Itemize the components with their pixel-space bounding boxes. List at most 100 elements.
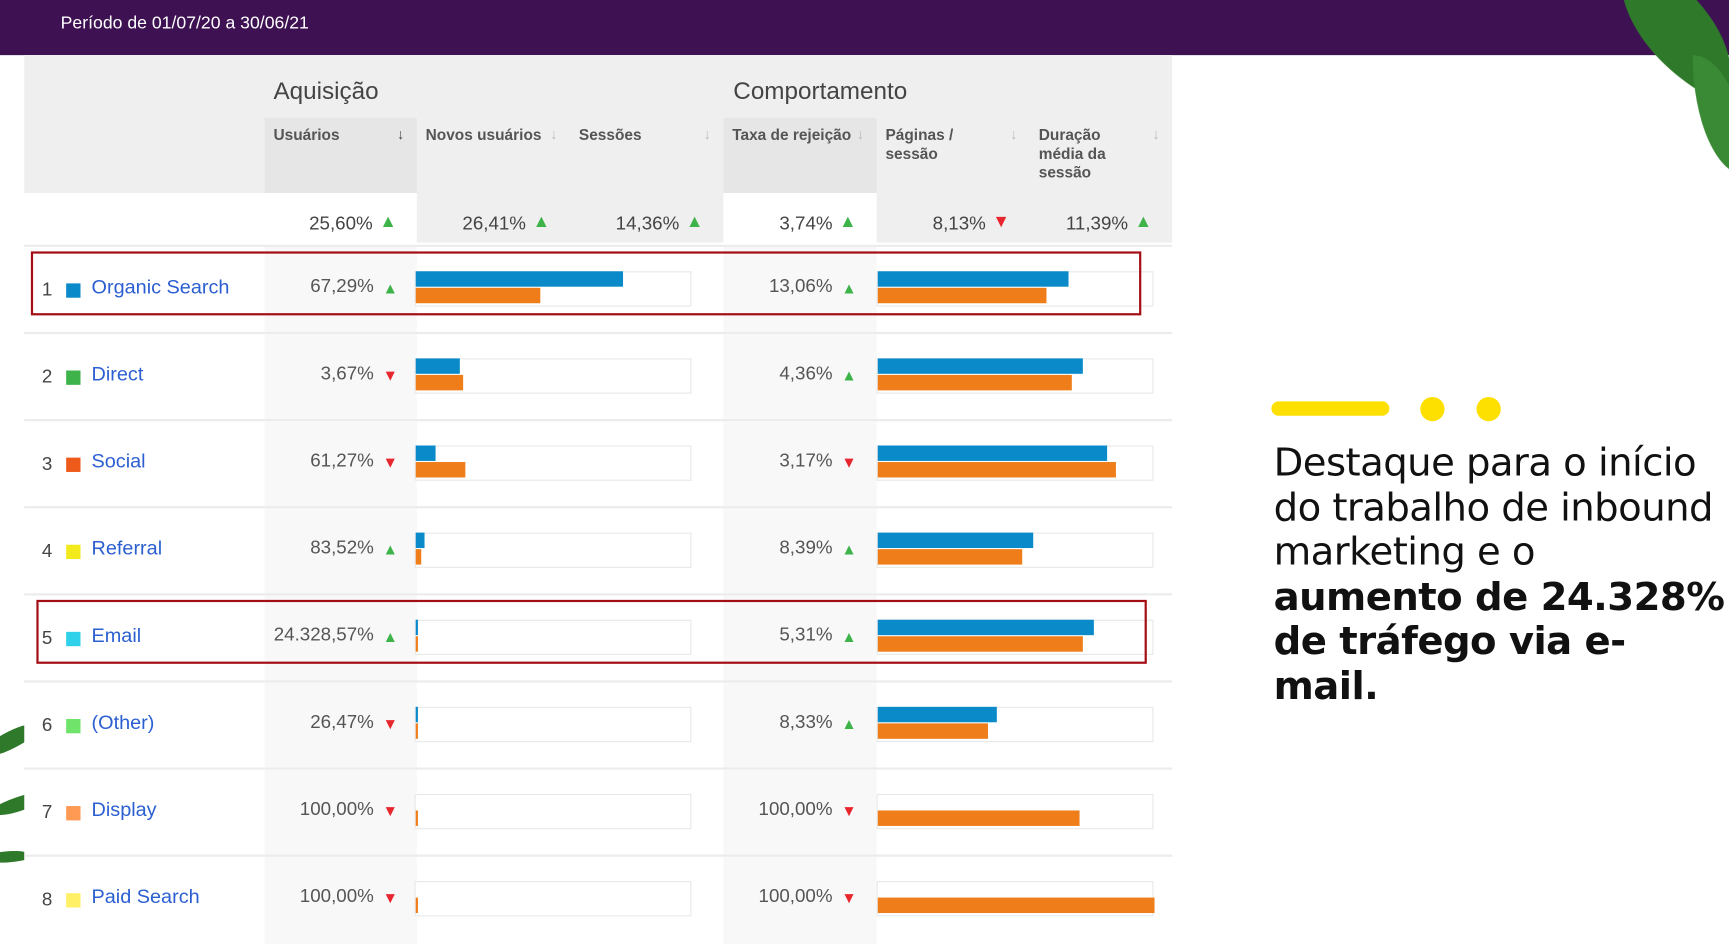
- bar-current: [877, 358, 1083, 374]
- row-number: 2: [41, 366, 53, 388]
- bar-previous: [415, 549, 422, 565]
- table-row[interactable]: 6 (Other) 26,47% ▼ 8,33% ▲: [24, 680, 1173, 770]
- total-value: 3,74%: [779, 212, 833, 234]
- bar-track: [876, 706, 1154, 743]
- row-number: 6: [41, 714, 53, 736]
- arrow-down-icon: ▼: [382, 366, 398, 384]
- column-header[interactable]: Taxa de rejeição: [732, 126, 852, 145]
- highlight-text-bold: aumento de 24.328% de tráfego via e-mail…: [1273, 575, 1725, 709]
- channel-link[interactable]: (Other): [92, 711, 155, 734]
- channel-link[interactable]: Direct: [92, 363, 144, 386]
- bar-track: [414, 793, 692, 830]
- highlight-text-normal: Destaque para o início do trabalho de in…: [1273, 441, 1714, 575]
- total-value: 25,60%: [309, 212, 373, 234]
- arrow-up-icon: ▲: [841, 366, 857, 384]
- bar-track: [414, 881, 692, 917]
- arrow-down-icon: ▼: [382, 801, 398, 820]
- arrow-up-icon: ▲: [382, 540, 398, 558]
- period-label: Período de 01/07/20 a 30/06/21: [60, 14, 309, 34]
- sort-arrow-icon[interactable]: ↓: [550, 126, 557, 143]
- bar-previous: [877, 549, 1022, 565]
- arrow-up-icon: ▲: [685, 212, 704, 232]
- bar-previous: [415, 723, 418, 739]
- arrow-down-icon: ▼: [841, 453, 857, 471]
- row-number: 8: [41, 888, 53, 910]
- bar-current: [415, 532, 425, 549]
- arrow-down-icon: ▼: [382, 888, 398, 907]
- channel-link[interactable]: Paid Search: [92, 885, 200, 908]
- percent-change: 61,27%: [310, 449, 374, 471]
- table-row[interactable]: 4 Referral 83,52% ▲ 8,39% ▲: [24, 506, 1173, 596]
- channel-link[interactable]: Referral: [92, 537, 163, 560]
- row-number: 4: [41, 540, 53, 562]
- slide: Período de 01/07/20 a 30/06/21 Aquisição…: [0, 0, 1729, 944]
- column-header[interactable]: Novos usuários: [426, 126, 546, 145]
- bar-track: [414, 445, 692, 481]
- channel-color-swatch: [66, 718, 81, 734]
- bar-previous: [877, 723, 989, 739]
- bar-current: [877, 532, 1033, 549]
- accent-dot: [1420, 396, 1445, 422]
- channel-color-swatch: [66, 457, 81, 472]
- bar-previous: [877, 374, 1072, 391]
- channel-color-swatch: [66, 544, 81, 560]
- percent-change: 8,39%: [779, 537, 833, 558]
- arrow-down-icon: ▼: [841, 888, 857, 907]
- arrow-up-icon: ▲: [379, 212, 397, 232]
- channel-color-swatch: [66, 893, 81, 908]
- bar-current: [415, 358, 460, 374]
- sort-arrow-icon[interactable]: ↓: [1010, 126, 1017, 143]
- channel-link[interactable]: Social: [92, 450, 146, 473]
- group-behavior: Comportamento: [733, 77, 908, 105]
- percent-change: 4,36%: [779, 362, 833, 384]
- highlight-text: Destaque para o início do trabalho de in…: [1274, 441, 1729, 709]
- row-number: 7: [41, 801, 53, 823]
- arrow-up-icon: ▲: [841, 540, 857, 558]
- total-value: 14,36%: [615, 212, 680, 234]
- arrow-down-icon: ▼: [382, 453, 398, 471]
- sort-arrow-icon[interactable]: ↓: [1152, 126, 1159, 143]
- percent-change: 26,47%: [310, 711, 374, 733]
- sort-arrow-icon[interactable]: ↓: [857, 126, 864, 143]
- total-value: 26,41%: [462, 212, 526, 234]
- sort-arrow-icon[interactable]: ↓: [397, 126, 404, 143]
- bar-track: [876, 793, 1154, 830]
- channel-color-swatch: [66, 370, 81, 385]
- arrow-down-icon: ▼: [841, 801, 857, 820]
- bar-current: [415, 445, 436, 461]
- highlight-box: [30, 251, 1142, 316]
- bar-current: [415, 706, 418, 723]
- group-acquisition: Aquisição: [273, 77, 379, 105]
- percent-change: 83,52%: [310, 537, 374, 558]
- column-header[interactable]: Páginas / sessão: [885, 126, 1005, 163]
- bar-track: [876, 445, 1154, 481]
- bar-track: [876, 532, 1154, 568]
- bar-previous: [415, 897, 418, 914]
- accent-line: [1271, 401, 1390, 416]
- arrow-up-icon: ▲: [839, 212, 857, 232]
- bar-current: [877, 445, 1108, 461]
- bar-previous: [877, 462, 1116, 478]
- percent-change: 100,00%: [758, 885, 833, 907]
- arrow-down-icon: ▼: [382, 714, 398, 733]
- column-header[interactable]: Duração média da sessão: [1039, 126, 1148, 182]
- bar-track: [414, 358, 692, 394]
- table-row[interactable]: 3 Social 61,27% ▼ 3,17% ▼: [24, 419, 1173, 509]
- accent-dot: [1476, 396, 1501, 422]
- analytics-table: Aquisição Comportamento Usuários ↓ Novos u…: [24, 55, 1173, 944]
- column-header[interactable]: Usuários: [273, 126, 392, 145]
- table-row[interactable]: 2 Direct 3,67% ▼ 4,36% ▲: [24, 331, 1173, 422]
- column-header[interactable]: Sessões: [579, 126, 699, 145]
- percent-change: 100,00%: [299, 885, 374, 907]
- percent-change: 100,00%: [299, 798, 374, 820]
- percent-change: 3,67%: [320, 362, 374, 384]
- total-value: 8,13%: [932, 212, 986, 234]
- arrow-up-icon: ▲: [532, 212, 551, 232]
- table-row[interactable]: 8 Paid Search 100,00% ▼ 100,00% ▼: [24, 854, 1173, 944]
- bar-previous: [415, 462, 466, 478]
- sort-arrow-icon[interactable]: ↓: [704, 126, 711, 143]
- channel-link[interactable]: Display: [92, 798, 157, 821]
- percent-change: 3,17%: [779, 449, 833, 471]
- table-row[interactable]: 7 Display 100,00% ▼ 100,00% ▼: [24, 767, 1173, 857]
- percent-change: 100,00%: [758, 798, 833, 820]
